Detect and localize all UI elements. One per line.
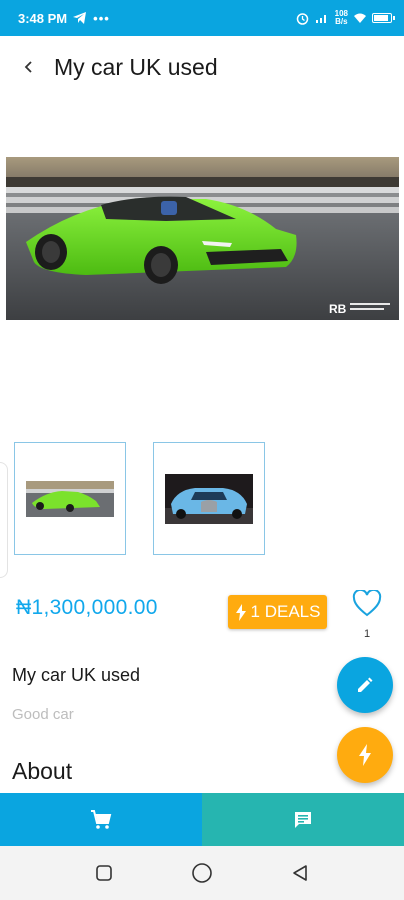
signal-icon (315, 15, 326, 23)
cart-tab[interactable] (0, 793, 202, 846)
drawer-edge-handle[interactable] (0, 462, 8, 578)
lightning-icon (359, 744, 371, 766)
green-car-photo: RB (6, 157, 399, 320)
battery-icon (372, 13, 395, 23)
thumbnail-blue-car[interactable] (153, 442, 265, 555)
green-car-thumb-image (26, 480, 114, 517)
product-price: ₦1,300,000.00 (16, 596, 158, 619)
cart-icon (91, 809, 112, 829)
lightning-icon (235, 603, 246, 621)
flash-deal-button[interactable] (337, 727, 393, 783)
back-triangle-icon[interactable] (291, 864, 309, 882)
recent-apps-icon[interactable] (95, 864, 113, 882)
bottom-action-bar (0, 793, 404, 846)
app-bar: My car UK used (0, 36, 404, 98)
wifi-icon (354, 13, 366, 23)
thumbnail-gallery (14, 442, 265, 555)
product-description: Good car (12, 706, 74, 723)
status-bar: 3:48 PM ••• 108 B/s (0, 0, 404, 36)
deals-button[interactable]: 1 DEALS (228, 595, 327, 629)
hero-car-image[interactable]: RB (6, 157, 399, 320)
blue-car-thumb-image (165, 473, 253, 524)
status-time: 3:48 PM (18, 10, 68, 26)
favorite-count: 1 (363, 628, 371, 640)
thumbnail-green-car[interactable] (14, 442, 126, 555)
chevron-left-icon (24, 61, 32, 73)
pencil-icon (358, 677, 373, 692)
notification-dots: ••• (93, 10, 110, 26)
page-title: My car UK used (54, 53, 218, 80)
home-icon[interactable] (191, 862, 213, 884)
watermark: RB (329, 302, 347, 316)
alarm-icon (296, 12, 308, 25)
telegram-icon (73, 12, 87, 24)
chat-icon (295, 811, 311, 828)
edit-button[interactable] (337, 657, 393, 713)
chat-tab[interactable] (202, 793, 404, 846)
product-title: My car UK used (12, 665, 141, 685)
system-nav-bar (0, 846, 404, 900)
deals-label: 1 DEALS (250, 602, 321, 621)
favorite-button[interactable] (348, 586, 386, 620)
about-heading: About (12, 758, 73, 784)
back-button[interactable] (4, 42, 54, 92)
heart-icon (352, 589, 382, 616)
network-speed: 108 B/s (334, 9, 348, 26)
